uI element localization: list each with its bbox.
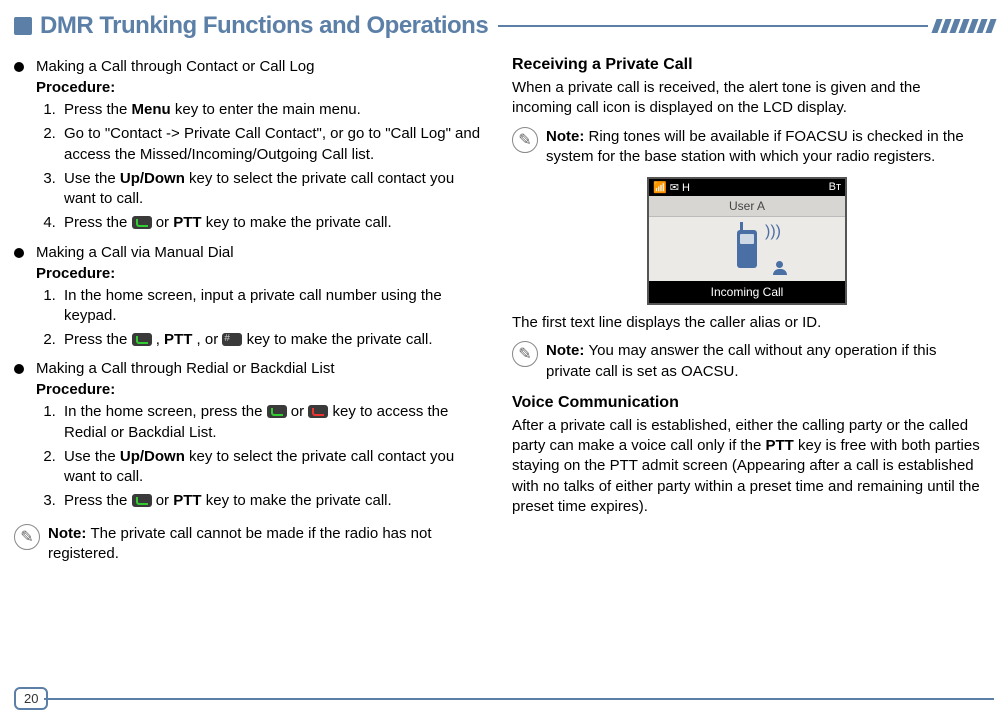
note-text: You may answer the call without any oper…	[546, 342, 936, 379]
paragraph: After a private call is established, eit…	[512, 416, 982, 517]
bullet-icon	[14, 248, 24, 258]
note-icon: ✎	[14, 524, 40, 550]
left-column: Making a Call through Contact or Call Lo…	[14, 52, 484, 564]
lcd-illustration: 📶 ✉ H Bᴛ User A ))) Incoming Call	[512, 177, 982, 305]
call-key-icon	[267, 405, 287, 418]
bullet-redial-backdial: Making a Call through Redial or Backdial…	[14, 360, 484, 515]
note-foacsu: ✎ Note: Ring tones will be available if …	[512, 127, 982, 168]
subhead-voice: Voice Communication	[512, 394, 982, 412]
bullet-icon	[14, 364, 24, 374]
end-key-icon	[308, 405, 328, 418]
paragraph: The first text line displays the caller …	[512, 313, 982, 333]
note-label: Note:	[48, 525, 91, 542]
header-stripes	[934, 19, 994, 33]
step: In the home screen, input a private call…	[60, 286, 484, 327]
procedure-label: Procedure:	[36, 79, 484, 96]
lcd-user-row: User A	[649, 196, 845, 217]
lcd-graphic: )))	[649, 217, 845, 281]
radio-icon	[737, 230, 757, 268]
step: Use the Up/Down key to select the privat…	[60, 447, 484, 488]
page-footer: 20	[14, 687, 994, 710]
procedure-label: Procedure:	[36, 381, 484, 398]
step: Go to "Contact -> Private Call Contact",…	[60, 124, 484, 165]
lcd-status-bar: 📶 ✉ H Bᴛ	[649, 179, 845, 196]
person-icon	[773, 261, 787, 275]
bullet-title: Making a Call via Manual Dial	[36, 244, 484, 261]
step: Use the Up/Down key to select the privat…	[60, 169, 484, 210]
signal-waves-icon: )))	[765, 227, 781, 237]
bullet-icon	[14, 62, 24, 72]
page-number: 20	[14, 687, 48, 710]
note-icon: ✎	[512, 341, 538, 367]
paragraph: When a private call is received, the ale…	[512, 78, 982, 119]
header-marker	[14, 17, 32, 35]
note-text: Ring tones will be available if FOACSU i…	[546, 128, 964, 165]
step: Press the or PTT key to make the private…	[60, 213, 484, 233]
note-label: Note:	[546, 128, 589, 145]
note-label: Note:	[546, 342, 589, 359]
lcd-footer: Incoming Call	[649, 281, 845, 303]
step: Press the , PTT , or key to make the pri…	[60, 330, 484, 350]
call-key-icon	[132, 333, 152, 346]
procedure-list: In the home screen, press the or key to …	[60, 402, 484, 511]
hash-key-icon	[222, 333, 242, 346]
step: Press the or PTT key to make the private…	[60, 491, 484, 511]
procedure-list: Press the Menu key to enter the main men…	[60, 100, 484, 234]
bullet-contact-calllog: Making a Call through Contact or Call Lo…	[14, 58, 484, 238]
page-header: DMR Trunking Functions and Operations	[14, 12, 994, 40]
bullet-title: Making a Call through Redial or Backdial…	[36, 360, 484, 377]
call-key-icon	[132, 216, 152, 229]
step: In the home screen, press the or key to …	[60, 402, 484, 443]
subhead-receiving: Receiving a Private Call	[512, 56, 982, 74]
procedure-list: In the home screen, input a private call…	[60, 286, 484, 351]
note-oacsu: ✎ Note: You may answer the call without …	[512, 341, 982, 382]
step: Press the Menu key to enter the main men…	[60, 100, 484, 120]
footer-rule	[44, 698, 994, 700]
bullet-manual-dial: Making a Call via Manual Dial Procedure:…	[14, 244, 484, 355]
right-column: Receiving a Private Call When a private …	[512, 52, 982, 564]
note-text: The private call cannot be made if the r…	[48, 525, 432, 562]
call-key-icon	[132, 494, 152, 507]
procedure-label: Procedure:	[36, 265, 484, 282]
lcd-status-right: Bᴛ	[829, 181, 841, 194]
bullet-title: Making a Call through Contact or Call Lo…	[36, 58, 484, 75]
header-title: DMR Trunking Functions and Operations	[40, 12, 488, 40]
header-rule	[498, 25, 928, 27]
note-not-registered: ✎ Note: The private call cannot be made …	[14, 524, 484, 565]
note-icon: ✎	[512, 127, 538, 153]
lcd-status-left: 📶 ✉ H	[653, 181, 690, 194]
